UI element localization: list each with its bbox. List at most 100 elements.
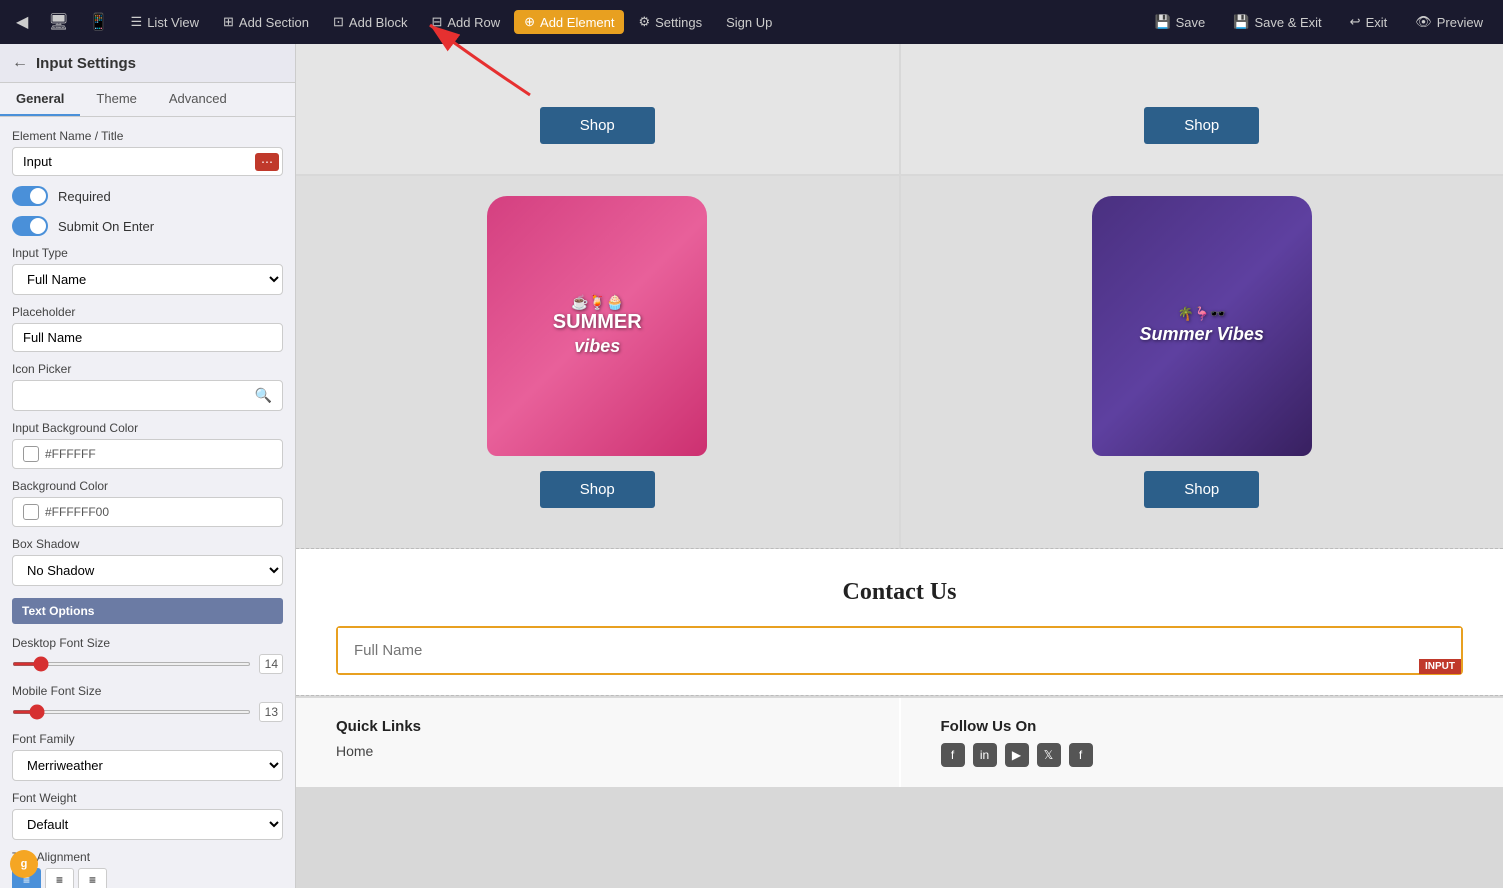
social-icon-twitter[interactable]: 𝕏: [1037, 743, 1061, 767]
mobile-view-button[interactable]: 📱: [81, 8, 117, 36]
toolbar-right: 💾 Save 💾 Save & Exit ↩ Exit 👁 Preview: [1142, 10, 1495, 34]
tab-theme[interactable]: Theme: [80, 83, 152, 116]
sign-up-button[interactable]: Sign Up: [716, 11, 782, 34]
shop-button-1-top[interactable]: Shop: [540, 107, 655, 144]
preview-button[interactable]: 👁 Preview: [1403, 10, 1495, 34]
font-weight-label: Font Weight: [12, 791, 283, 805]
font-weight-select[interactable]: Default Normal Bold Light: [12, 809, 283, 840]
input-bg-color-field: Input Background Color #FFFFFF: [12, 421, 283, 469]
box-shadow-field: Box Shadow No Shadow Small Medium Large: [12, 537, 283, 586]
mobile-font-size-row: 13: [12, 702, 283, 722]
pink-tshirt: ☕🍹🧁 SUMMERvibes: [487, 196, 707, 456]
text-options-header: Text Options: [12, 598, 283, 624]
contact-title: Contact Us: [336, 579, 1463, 606]
bg-color-picker[interactable]: #FFFFFF00: [12, 497, 283, 527]
panel-content: Element Name / Title ⋯ Required Submit O…: [0, 117, 295, 888]
social-icon-youtube[interactable]: ▶: [1005, 743, 1029, 767]
box-shadow-select[interactable]: No Shadow Small Medium Large: [12, 555, 283, 586]
panel-tabs: General Theme Advanced: [0, 83, 295, 117]
save-button[interactable]: 💾 Save: [1142, 10, 1217, 34]
add-block-button[interactable]: ⊡ Add Block: [323, 10, 417, 34]
required-label: Required: [58, 189, 111, 204]
footer-link-home[interactable]: Home: [336, 743, 859, 759]
extension-badge[interactable]: g: [10, 850, 38, 878]
footer-section: Quick Links Home Follow Us On f in ▶ 𝕏 f: [296, 698, 1503, 787]
add-section-button[interactable]: ⊞ Add Section: [213, 10, 319, 34]
mobile-font-size-field: Mobile Font Size 13: [12, 684, 283, 722]
main-shop-grid: ☕🍹🧁 SUMMERvibes Shop 🌴🦩🕶️ Summer Vibes: [296, 176, 1503, 548]
placeholder-input[interactable]: [12, 323, 283, 352]
list-view-button[interactable]: ☰ List View: [121, 10, 209, 34]
tab-advanced[interactable]: Advanced: [153, 83, 243, 116]
shop-button-2-top[interactable]: Shop: [1144, 107, 1259, 144]
shop-cell-1-top: Shop: [296, 44, 899, 174]
input-bg-color-picker[interactable]: #FFFFFF: [12, 439, 283, 469]
add-element-icon: ⊕: [524, 14, 535, 30]
desktop-font-size-field: Desktop Font Size 14: [12, 636, 283, 674]
submit-on-enter-toggle[interactable]: [12, 216, 48, 236]
add-row-button[interactable]: ⊟ Add Row: [421, 10, 510, 34]
quick-links-title: Quick Links: [336, 718, 859, 735]
save-icon: 💾: [1154, 14, 1170, 30]
text-align-row: ≡ ≡ ≡: [12, 868, 283, 888]
back-button[interactable]: ◀: [8, 8, 36, 36]
page-canvas: Shop Shop ☕🍹🧁 SUMMERvibes Shop: [296, 44, 1503, 888]
mobile-font-size-slider[interactable]: [12, 710, 251, 714]
placeholder-label: Placeholder: [12, 305, 283, 319]
contact-name-input[interactable]: [338, 628, 1461, 673]
shop-cell-purple: 🌴🦩🕶️ Summer Vibes Shop: [901, 176, 1503, 548]
add-element-button[interactable]: ⊕ Add Element: [514, 10, 624, 34]
font-weight-field: Font Weight Default Normal Bold Light: [12, 791, 283, 840]
tab-general[interactable]: General: [0, 83, 80, 116]
follow-us-title: Follow Us On: [941, 718, 1464, 735]
panel-header: ← Input Settings: [0, 44, 295, 83]
contact-section: Contact Us INPUT: [296, 549, 1503, 695]
element-name-menu-button[interactable]: ⋯: [255, 153, 279, 171]
font-family-field: Font Family Merriweather Arial Georgia T…: [12, 732, 283, 781]
input-type-field: Input Type Full Name Email Phone Text: [12, 246, 283, 295]
input-badge: INPUT: [1419, 659, 1461, 674]
social-icon-instagram[interactable]: in: [973, 743, 997, 767]
shop-cell-2-top: Shop: [901, 44, 1503, 174]
left-panel: ← Input Settings General Theme Advanced …: [0, 44, 296, 888]
desktop-font-size-label: Desktop Font Size: [12, 636, 283, 650]
footer-quick-links: Quick Links Home: [296, 698, 899, 787]
save-exit-button[interactable]: 💾 Save & Exit: [1221, 10, 1333, 34]
icon-picker-input[interactable]: 🔍: [12, 380, 283, 411]
settings-icon: ⚙: [638, 14, 650, 30]
text-alignment-label: Text Alignment: [12, 850, 283, 864]
icon-picker-label: Icon Picker: [12, 362, 283, 376]
exit-button[interactable]: ↩ Exit: [1338, 10, 1400, 34]
settings-button[interactable]: ⚙ Settings: [628, 10, 712, 34]
font-family-select[interactable]: Merriweather Arial Georgia Times New Rom…: [12, 750, 283, 781]
element-name-field: Element Name / Title ⋯: [12, 129, 283, 176]
panel-back-button[interactable]: ←: [12, 54, 28, 72]
bg-color-value: #FFFFFF00: [45, 505, 109, 519]
required-toggle-row: Required: [12, 186, 283, 206]
shop-button-purple[interactable]: Shop: [1144, 471, 1259, 508]
element-name-input[interactable]: [12, 147, 283, 176]
shop-button-pink[interactable]: Shop: [540, 471, 655, 508]
font-family-label: Font Family: [12, 732, 283, 746]
exit-icon: ↩: [1350, 14, 1361, 30]
desktop-view-button[interactable]: 🖥: [40, 8, 76, 36]
box-shadow-label: Box Shadow: [12, 537, 283, 551]
panel-title: Input Settings: [36, 55, 136, 72]
align-right-button[interactable]: ≡: [78, 868, 107, 888]
input-bg-color-label: Input Background Color: [12, 421, 283, 435]
input-bg-color-swatch: [23, 446, 39, 462]
input-type-select[interactable]: Full Name Email Phone Text: [12, 264, 283, 295]
footer-follow-us: Follow Us On f in ▶ 𝕏 f: [901, 698, 1503, 787]
required-toggle[interactable]: [12, 186, 48, 206]
shop-cell-pink: ☕🍹🧁 SUMMERvibes Shop: [296, 176, 899, 548]
social-icon-facebook[interactable]: f: [941, 743, 965, 767]
section-divider-2: [296, 695, 1503, 696]
add-section-icon: ⊞: [223, 14, 234, 30]
desktop-font-size-slider[interactable]: [12, 662, 251, 666]
save-exit-icon: 💾: [1233, 14, 1249, 30]
align-center-button[interactable]: ≡: [45, 868, 74, 888]
bg-color-field: Background Color #FFFFFF00: [12, 479, 283, 527]
icon-picker-search-icon: 🔍: [255, 387, 272, 404]
social-icon-other[interactable]: f: [1069, 743, 1093, 767]
input-bg-color-value: #FFFFFF: [45, 447, 96, 461]
